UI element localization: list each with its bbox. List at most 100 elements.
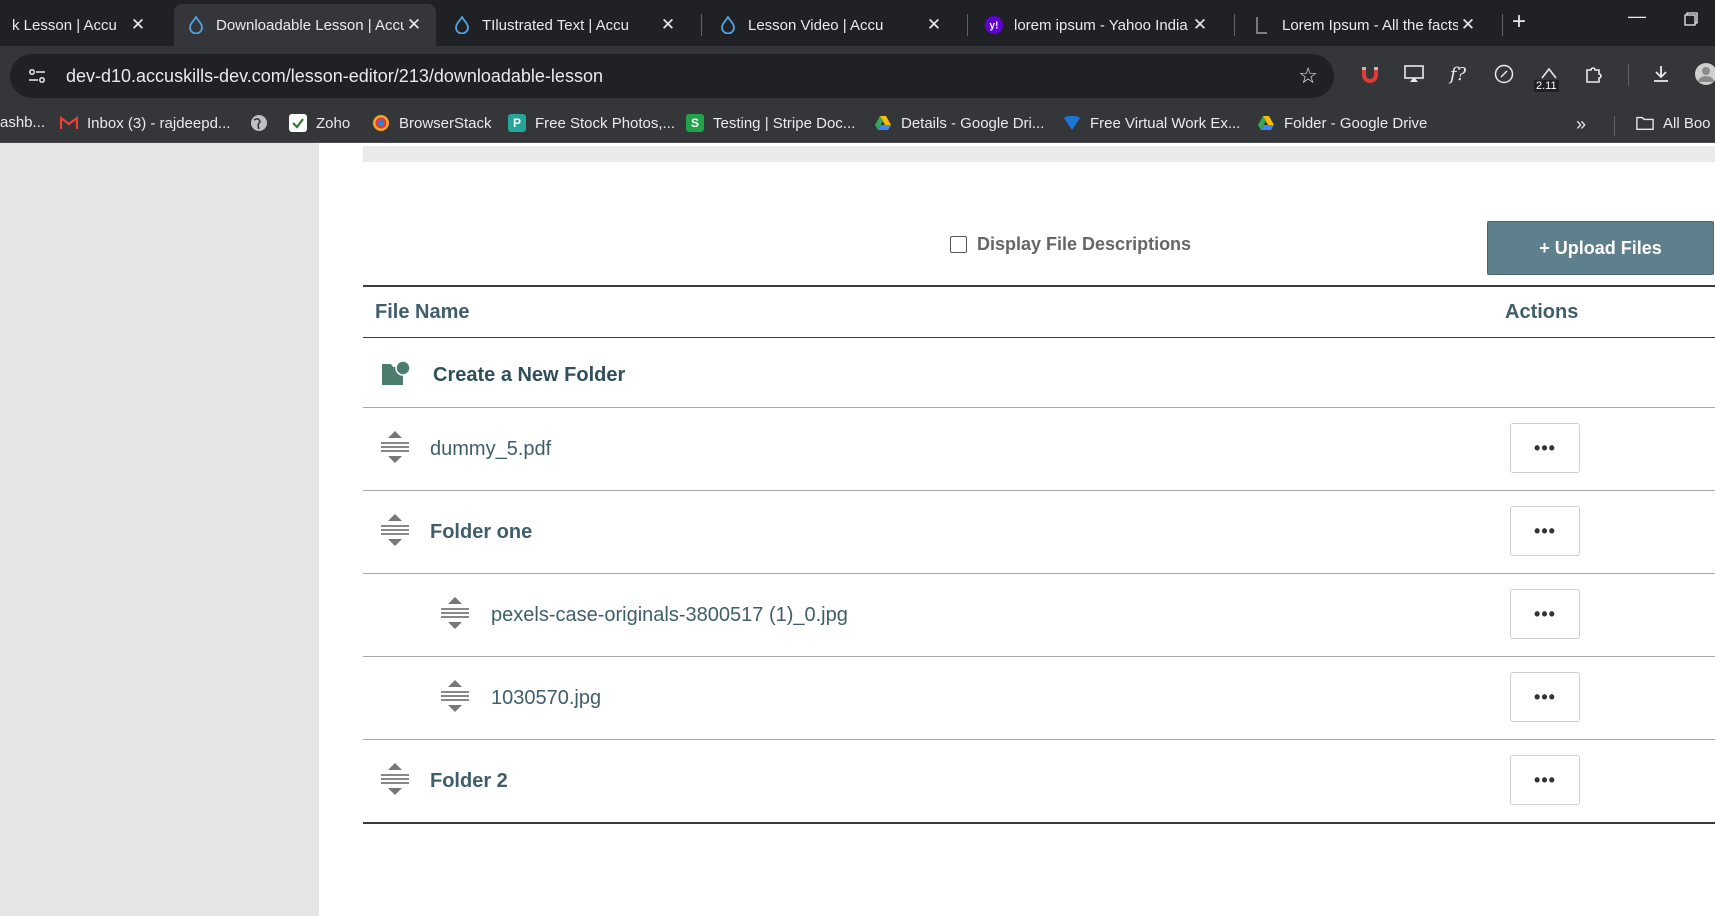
- create-new-folder-label[interactable]: Create a New Folder: [433, 364, 625, 387]
- tab-separator: [1502, 14, 1503, 36]
- display-descriptions-toggle[interactable]: Display File Descriptions: [950, 234, 1191, 255]
- stock-photos-icon: P: [508, 114, 526, 132]
- tab-title: Lesson Video | Accu: [748, 16, 884, 34]
- drupal-icon: [186, 15, 206, 35]
- content-top-strip: [363, 146, 1715, 162]
- profile-avatar-icon[interactable]: [1692, 60, 1715, 88]
- stripe-icon: S: [686, 114, 704, 132]
- bookmark-item[interactable]: Zoho: [289, 114, 350, 132]
- globe-icon: [250, 114, 268, 132]
- display-descriptions-label: Display File Descriptions: [977, 234, 1192, 254]
- document-icon: [1252, 15, 1272, 35]
- browser-tab[interactable]: k Lesson | Accu ✕: [0, 6, 160, 44]
- all-bookmarks-button[interactable]: All Boo: [1636, 114, 1711, 132]
- tab-title: Downloadable Lesson | Accu: [216, 16, 404, 34]
- close-icon[interactable]: ✕: [924, 15, 944, 35]
- bookmark-item[interactable]: BrowserStack: [372, 114, 492, 132]
- left-sidebar-area: [0, 143, 319, 916]
- download-icon[interactable]: [1647, 60, 1675, 88]
- folder-icon: [1636, 114, 1654, 132]
- row-divider: [363, 490, 1715, 491]
- bookmark-label: Details - Google Dri...: [901, 114, 1045, 132]
- row-actions-button[interactable]: •••: [1510, 423, 1580, 473]
- file-name[interactable]: pexels-case-originals-3800517 (1)_0.jpg: [491, 604, 848, 627]
- drag-handle-icon[interactable]: [379, 430, 411, 464]
- new-tab-icon[interactable]: +: [1512, 8, 1526, 36]
- tab-title: Lorem Ipsum - All the facts: [1282, 16, 1458, 34]
- drag-handle-icon[interactable]: [439, 679, 471, 713]
- bookmark-label: Free Stock Photos,...: [535, 114, 676, 132]
- drupal-icon: [718, 15, 738, 35]
- bookmark-label: Free Virtual Work Ex...: [1090, 114, 1241, 132]
- drag-handle-icon[interactable]: [439, 596, 471, 630]
- restore-icon[interactable]: [1684, 10, 1698, 31]
- magnet-extension-icon[interactable]: [1356, 60, 1384, 88]
- close-icon[interactable]: ✕: [1190, 15, 1210, 35]
- site-info-icon[interactable]: [22, 61, 52, 91]
- minimize-icon[interactable]: —: [1628, 6, 1646, 27]
- tab-separator: [1234, 14, 1235, 36]
- table-top-border: [363, 285, 1715, 287]
- extensions-puzzle-icon[interactable]: [1580, 60, 1608, 88]
- tab-separator: [967, 14, 968, 36]
- row-actions-button[interactable]: •••: [1510, 589, 1580, 639]
- create-new-folder-row[interactable]: Create a New Folder: [381, 360, 625, 391]
- row-divider: [363, 656, 1715, 657]
- bookmarks-divider: [1614, 116, 1615, 136]
- file-name[interactable]: dummy_5.pdf: [430, 438, 551, 461]
- google-drive-icon: [1257, 114, 1275, 132]
- bookmark-item[interactable]: [250, 114, 277, 132]
- drag-handle-icon[interactable]: [379, 513, 411, 547]
- bookmark-item[interactable]: ashb...: [0, 114, 45, 131]
- bookmark-label: All Boo: [1663, 114, 1711, 132]
- formula-extension-icon[interactable]: f?: [1444, 60, 1472, 88]
- file-name[interactable]: 1030570.jpg: [491, 687, 601, 710]
- compass-icon[interactable]: [1490, 60, 1518, 88]
- browser-tab-active[interactable]: Downloadable Lesson | Accu ✕: [174, 4, 436, 46]
- bookmark-star-icon[interactable]: ☆: [1298, 63, 1318, 89]
- forage-icon: [1063, 114, 1081, 132]
- tab-title: k Lesson | Accu: [12, 16, 117, 34]
- column-header-actions: Actions: [1505, 301, 1579, 323]
- bookmark-item[interactable]: Inbox (3) - rajdeepd...: [60, 114, 230, 132]
- bookmark-label: BrowserStack: [399, 114, 492, 132]
- bookmark-item[interactable]: Folder - Google Drive: [1257, 114, 1427, 132]
- close-icon[interactable]: ✕: [658, 15, 678, 35]
- display-descriptions-checkbox[interactable]: [950, 236, 967, 253]
- address-bar[interactable]: dev-d10.accuskills-dev.com/lesson-editor…: [10, 54, 1334, 98]
- column-header-file-name: File Name: [375, 301, 470, 323]
- browser-tab[interactable]: y! lorem ipsum - Yahoo India ✕: [972, 6, 1222, 44]
- google-drive-icon: [874, 114, 892, 132]
- bookmark-item[interactable]: Free Virtual Work Ex...: [1063, 114, 1240, 132]
- browser-tab[interactable]: Lorem Ipsum - All the facts ✕: [1240, 6, 1490, 44]
- bookmark-item[interactable]: Details - Google Dri...: [874, 114, 1044, 132]
- row-actions-button[interactable]: •••: [1510, 755, 1580, 805]
- browser-tab[interactable]: Lesson Video | Accu ✕: [706, 6, 956, 44]
- drag-handle-icon[interactable]: [379, 762, 411, 796]
- table-bottom-border: [363, 822, 1715, 824]
- cast-icon[interactable]: [1400, 60, 1428, 88]
- bookmark-item[interactable]: P Free Stock Photos,...: [508, 114, 675, 132]
- tab-title: TIlustrated Text | Accu: [482, 16, 630, 34]
- close-icon[interactable]: ✕: [404, 15, 424, 35]
- more-bookmarks-chevron-icon[interactable]: »: [1576, 114, 1586, 135]
- row-divider: [363, 407, 1715, 408]
- bookmarks-bar: ashb... Inbox (3) - rajdeepd... Zoho Bro…: [0, 108, 1715, 143]
- row-actions-button[interactable]: •••: [1510, 506, 1580, 556]
- close-icon[interactable]: ✕: [128, 15, 148, 35]
- browser-toolbar: dev-d10.accuskills-dev.com/lesson-editor…: [0, 46, 1715, 108]
- folder-name[interactable]: Folder one: [430, 521, 532, 544]
- bookmark-label: Testing | Stripe Doc...: [713, 114, 856, 132]
- url-text[interactable]: dev-d10.accuskills-dev.com/lesson-editor…: [66, 66, 1298, 87]
- svg-text:y!: y!: [990, 21, 999, 32]
- upload-files-button[interactable]: + Upload Files: [1487, 221, 1714, 275]
- row-actions-button[interactable]: •••: [1510, 672, 1580, 722]
- bookmark-item[interactable]: S Testing | Stripe Doc...: [686, 114, 855, 132]
- folder-name[interactable]: Folder 2: [430, 770, 508, 793]
- browserstack-icon: [372, 114, 390, 132]
- close-icon[interactable]: ✕: [1458, 15, 1478, 35]
- browser-tab[interactable]: TIlustrated Text | Accu ✕: [440, 6, 690, 44]
- tab-separator: [701, 14, 702, 36]
- row-divider: [363, 573, 1715, 574]
- row-divider: [363, 739, 1715, 740]
